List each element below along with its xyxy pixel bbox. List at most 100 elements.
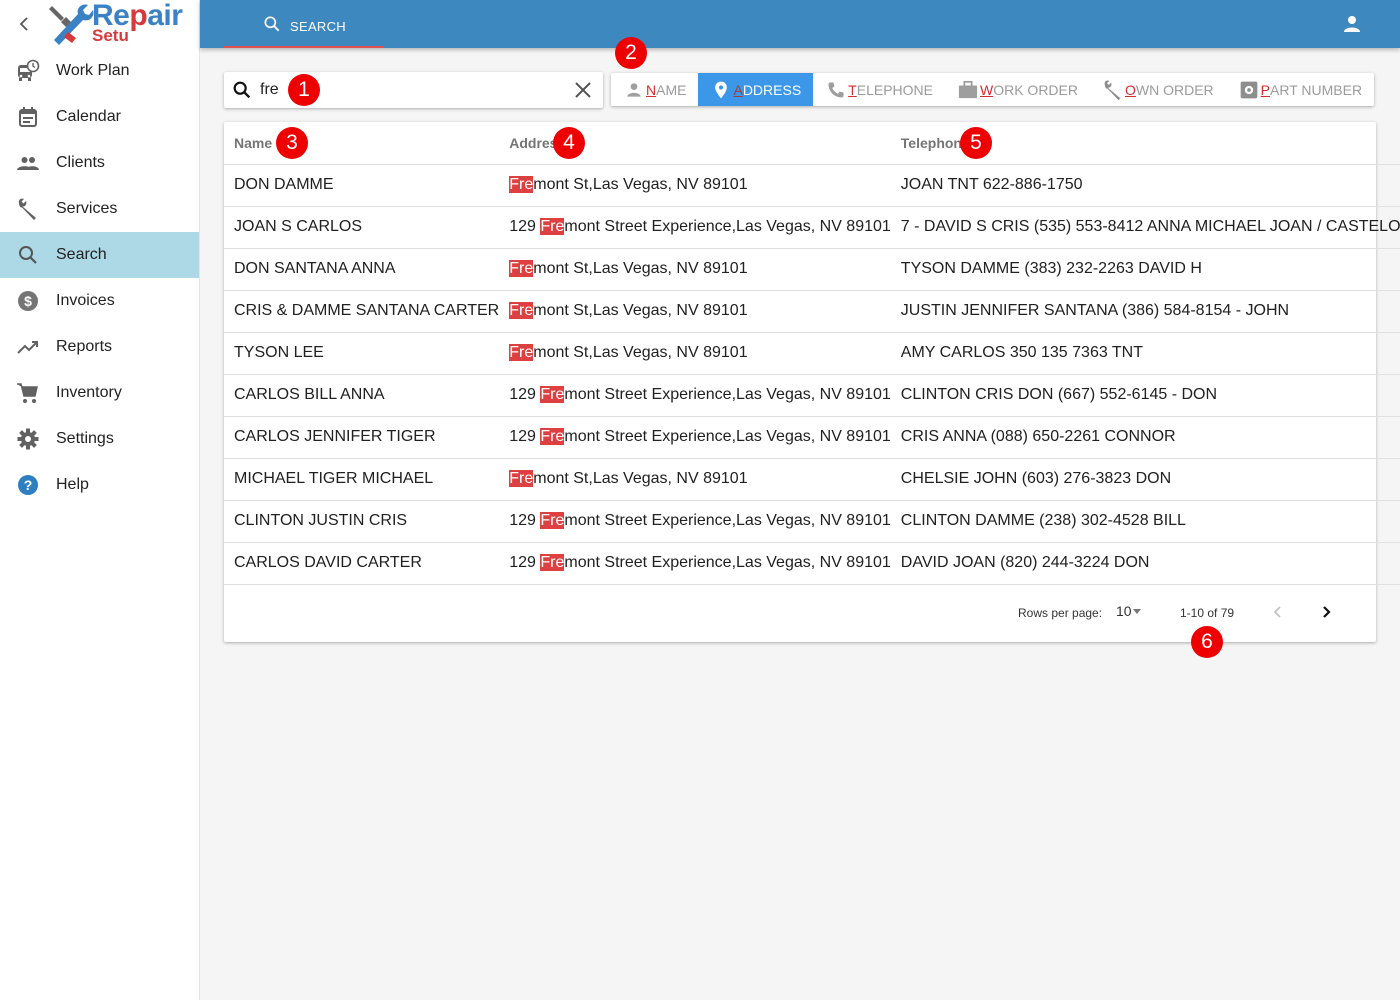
cell-address: Fremont St,Las Vegas, NV 89101 [499, 164, 891, 207]
pagination-range: 1-10 of 79 [1180, 606, 1235, 620]
sidebar-item-label: Calendar [56, 108, 121, 125]
sidebar-item-clients[interactable]: Clients [0, 140, 199, 186]
cell-address: 129 Fremont Street Experience,Las Vegas,… [499, 374, 891, 417]
address-prefix: 129 [509, 512, 541, 529]
sidebar-item-reports[interactable]: Reports [0, 324, 199, 370]
cell-telephone: CLINTON CRIS DON (667) 552-6145 - DON [890, 374, 1400, 417]
filter-telephone-button[interactable]: T ELEPHONE [813, 73, 945, 106]
trending-up-icon [16, 335, 40, 359]
address-prefix: 129 [509, 428, 541, 445]
svg-text:?: ? [24, 477, 33, 493]
chevron-left-icon [19, 17, 28, 31]
dropdown-caret-icon [1132, 608, 1141, 614]
clear-search-button[interactable] [571, 78, 595, 102]
table-row[interactable]: TYSON LEE Fremont St,Las Vegas, NV 89101 A… [224, 332, 1400, 375]
cart-icon [16, 381, 40, 405]
cell-name: DON SANTANA ANNA [224, 248, 500, 291]
logo-subtext: Setu [92, 26, 129, 45]
user-icon [1344, 16, 1360, 32]
cell-address: 129 Fremont Street Experience,Las Vegas,… [499, 500, 891, 543]
cell-address: 129 Fremont Street Experience,Las Vegas,… [499, 542, 891, 585]
search-match-highlight: Fre [509, 344, 534, 361]
sidebar-item-label: Settings [56, 430, 114, 447]
filter-work-order-button[interactable]: W ORK ORDER [945, 73, 1090, 106]
next-page-button[interactable] [1316, 602, 1336, 622]
filter-label: ART NUMBER [1270, 81, 1363, 98]
address-suffix: mont Street Experience,Las Vegas, NV 891… [564, 218, 891, 235]
table-row[interactable]: CRIS & DAMME SANTANA CARTER Fremont St,La… [224, 290, 1400, 333]
search-icon [230, 78, 254, 102]
truck-clock-icon [16, 59, 40, 83]
address-prefix: 129 [509, 386, 541, 403]
sidebar-item-invoices[interactable]: $ Invoices [0, 278, 199, 324]
table-row[interactable]: MICHAEL TIGER MICHAEL Fremont St,Las Vega… [224, 458, 1400, 501]
location-pin-icon [710, 79, 732, 101]
table-row[interactable]: CLINTON JUSTIN CRIS 129 Fremont Street Ex… [224, 500, 1400, 543]
cell-name: CARLOS JENNIFER TIGER [224, 416, 500, 459]
sidebar-item-settings[interactable]: Settings [0, 416, 199, 462]
logo-text-part: air [147, 0, 183, 32]
person-icon [623, 79, 645, 101]
chevron-left-icon [1273, 606, 1281, 618]
table-row[interactable]: DON SANTANA ANNA Fremont St,Las Vegas, NV… [224, 248, 1400, 291]
sidebar-item-label: Work Plan [56, 62, 130, 79]
column-header-name[interactable]: Name [224, 122, 500, 165]
filter-own-order-button[interactable]: O WN ORDER [1090, 73, 1226, 106]
table-row[interactable]: DON DAMME Fremont St,Las Vegas, NV 89101 J… [224, 164, 1400, 207]
address-suffix: mont St,Las Vegas, NV 89101 [533, 260, 748, 277]
address-suffix: mont Street Experience,Las Vegas, NV 891… [564, 554, 891, 571]
help-circle-icon: ? [16, 473, 40, 497]
account-button[interactable] [1340, 12, 1364, 36]
top-app-bar: SEARCH [200, 0, 1400, 48]
cell-telephone: 7 - DAVID S CRIS (535) 553-8412 ANNA MIC… [890, 206, 1400, 249]
results-card: Name Address Telephone DON DAMME Fremont … [224, 122, 1400, 642]
filter-label: WN ORDER [1135, 81, 1214, 98]
rows-per-page-value: 10 [1116, 603, 1132, 619]
filter-address-button[interactable]: A DDRESS [698, 73, 814, 106]
table-row[interactable]: CARLOS BILL ANNA 129 Fremont Street Exper… [224, 374, 1400, 417]
previous-page-button[interactable] [1268, 602, 1288, 622]
search-match-highlight: Fre [509, 470, 534, 487]
cell-name: CARLOS DAVID CARTER [224, 542, 500, 585]
cell-telephone: JOAN TNT 622-886-1750 [890, 164, 1400, 207]
table-row[interactable]: JOAN S CARLOS 129 Fremont Street Experien… [224, 206, 1400, 249]
address-prefix: 129 [509, 218, 541, 235]
search-match-highlight: Fre [540, 428, 565, 445]
svg-text:$: $ [24, 293, 32, 309]
search-match-highlight: Fre [540, 554, 565, 571]
filter-label: ELEPHONE [856, 81, 933, 98]
sidebar-item-inventory[interactable]: Inventory [0, 370, 199, 416]
search-match-highlight: Fre [540, 386, 565, 403]
address-suffix: mont St,Las Vegas, NV 89101 [533, 470, 748, 487]
filter-name-button[interactable]: N AME [611, 73, 698, 106]
dollar-circle-icon: $ [16, 289, 40, 313]
sidebar-item-label: Invoices [56, 292, 115, 309]
sidebar-item-work-plan[interactable]: Work Plan [0, 48, 199, 94]
search-field [224, 72, 603, 108]
wrench-icon [1102, 79, 1124, 101]
annotation-badge: 2 [615, 37, 647, 69]
filter-part-number-button[interactable]: P ART NUMBER [1226, 73, 1374, 106]
table-row[interactable]: CARLOS JENNIFER TIGER 129 Fremont Street … [224, 416, 1400, 459]
rows-per-page-select[interactable]: 10 [1116, 603, 1141, 619]
tab-search[interactable]: SEARCH [224, 0, 384, 48]
sidebar-item-help[interactable]: ? Help [0, 462, 199, 508]
cell-address: 129 Fremont Street Experience,Las Vegas,… [499, 206, 891, 249]
search-match-highlight: Fre [509, 302, 534, 319]
collapse-sidebar-button[interactable] [14, 12, 34, 36]
address-suffix: mont St,Las Vegas, NV 89101 [533, 344, 748, 361]
cell-address: Fremont St,Las Vegas, NV 89101 [499, 290, 891, 333]
search-match-highlight: Fre [540, 512, 565, 529]
cell-telephone: DAVID JOAN (820) 244-3224 DON [890, 542, 1400, 585]
filter-label: DDRESS [742, 81, 802, 98]
search-icon [264, 16, 280, 32]
table-row[interactable]: CARLOS DAVID CARTER 129 Fremont Street Ex… [224, 542, 1400, 585]
cell-name: CLINTON JUSTIN CRIS [224, 500, 500, 543]
sidebar-item-services[interactable]: Services [0, 186, 199, 232]
filter-accel-letter: O [1125, 81, 1136, 98]
sidebar-item-calendar[interactable]: Calendar [0, 94, 199, 140]
address-suffix: mont St,Las Vegas, NV 89101 [533, 176, 748, 193]
filter-label: ORK ORDER [993, 81, 1078, 98]
table-header-row: Name Address Telephone [224, 122, 1400, 165]
sidebar-item-search[interactable]: Search [0, 232, 199, 278]
